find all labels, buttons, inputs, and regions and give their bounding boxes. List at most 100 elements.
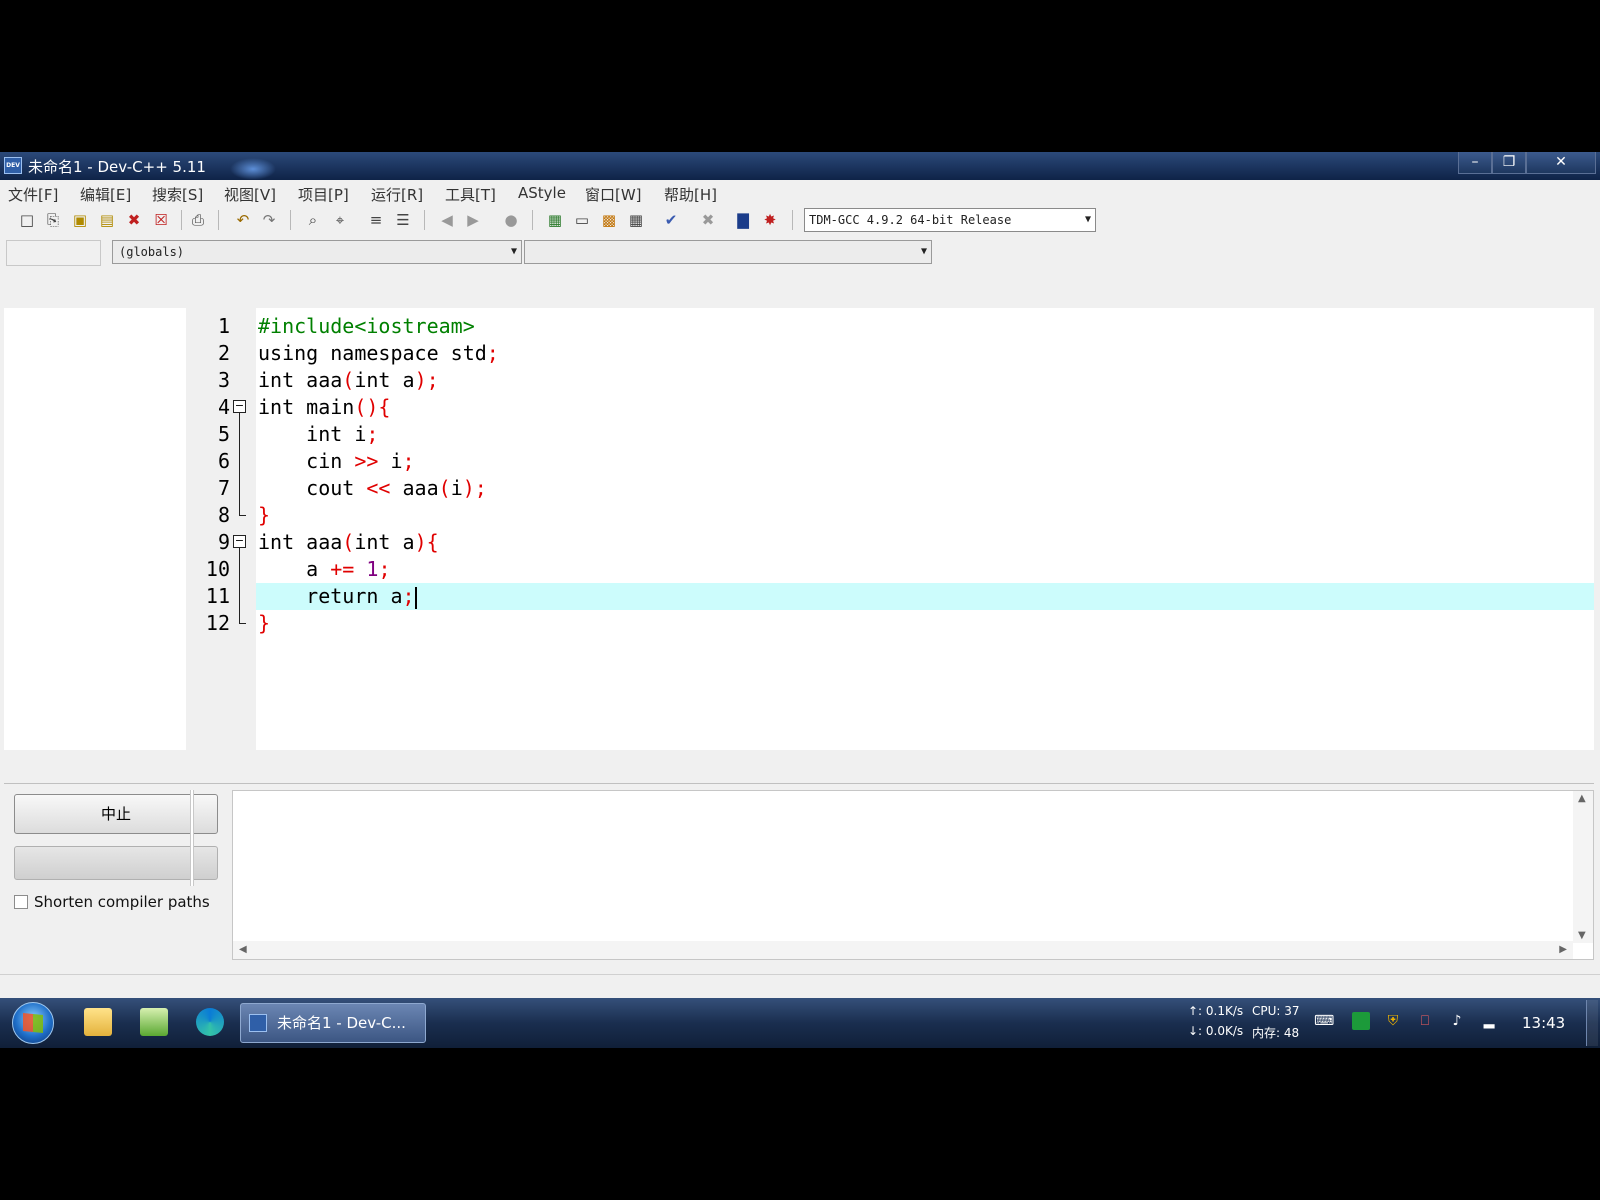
goto-line-icon[interactable]: ●: [500, 209, 522, 231]
scroll-left-icon[interactable]: ◀: [239, 944, 247, 955]
menu-file[interactable]: 文件[F]: [8, 184, 58, 205]
scroll-right-icon[interactable]: ▶: [1559, 944, 1567, 955]
code-line[interactable]: int i;: [256, 421, 1594, 448]
menu-run[interactable]: 运行[R]: [371, 184, 423, 205]
devcpp-app-icon: [249, 1014, 267, 1032]
security-app-icon[interactable]: [1352, 1012, 1370, 1030]
compiler-select[interactable]: TDM-GCC 4.9.2 64-bit Release ▼: [804, 208, 1096, 232]
find-icon[interactable]: ⌕: [302, 209, 324, 231]
code-line[interactable]: int aaa(int a){: [256, 529, 1594, 556]
code-line[interactable]: #include<iostream>: [256, 313, 1594, 340]
close-all-icon[interactable]: ☒: [150, 209, 172, 231]
restore-button[interactable]: ❐: [1492, 152, 1526, 174]
minimize-icon: –: [1471, 154, 1479, 170]
code-line[interactable]: return a;: [256, 583, 1594, 610]
code-token: (: [342, 368, 355, 392]
code-token: using namespace std: [258, 341, 487, 365]
menu-edit[interactable]: 编辑[E]: [80, 184, 131, 205]
system-clock[interactable]: 13:43: [1522, 1014, 1565, 1032]
indent-icon[interactable]: ≡: [365, 209, 387, 231]
menu-tools[interactable]: 工具[T]: [445, 184, 496, 205]
shield-icon[interactable]: ⛨: [1384, 1012, 1402, 1030]
horizontal-scrollbar[interactable]: ◀ ▶: [233, 941, 1573, 959]
delete-profile-icon[interactable]: ✸: [759, 209, 781, 231]
menu-view[interactable]: 视图[V]: [224, 184, 276, 205]
code-token: ;: [402, 584, 415, 608]
code-line[interactable]: cin >> i;: [256, 448, 1594, 475]
project-browser-panel[interactable]: [4, 308, 186, 750]
panel-splitter[interactable]: [190, 790, 194, 886]
shorten-paths-checkbox[interactable]: [14, 895, 28, 909]
print-icon[interactable]: ⎙: [187, 209, 209, 231]
menu-help[interactable]: 帮助[H]: [664, 184, 717, 205]
menu-astyle[interactable]: AStyle: [518, 184, 566, 202]
unindent-icon[interactable]: ☰: [392, 209, 414, 231]
stop-execution-icon[interactable]: ✖: [697, 209, 719, 231]
bookmark-next-icon[interactable]: ▶: [462, 209, 484, 231]
code-line[interactable]: using namespace std;: [256, 340, 1594, 367]
check-syntax-icon[interactable]: ✔: [660, 209, 682, 231]
code-line[interactable]: }: [256, 502, 1594, 529]
edge-browser-icon[interactable]: [196, 1008, 224, 1036]
compile-output[interactable]: ▲ ▼ ◀ ▶: [232, 790, 1594, 960]
line-number: 6: [217, 449, 230, 473]
code-line[interactable]: }: [256, 610, 1594, 637]
code-line[interactable]: int aaa(int a);: [256, 367, 1594, 394]
close-file-icon[interactable]: ✖: [123, 209, 145, 231]
menu-bar: 文件[F] 编辑[E] 搜索[S] 视图[V] 项目[P] 运行[R] 工具[T…: [0, 180, 1600, 204]
member-select[interactable]: ▼: [524, 240, 932, 264]
scope-select[interactable]: (globals) ▼: [112, 240, 522, 264]
title-bar[interactable]: DEV 未命名1 - Dev-C++ 5.11 – ❐ ✕: [0, 152, 1600, 180]
stop-button[interactable]: 中止: [14, 794, 218, 834]
code-token: (){: [354, 395, 391, 419]
status-bar: [0, 974, 1600, 1000]
undo-icon[interactable]: ↶: [232, 209, 254, 231]
redo-icon[interactable]: ↷: [258, 209, 280, 231]
bookmark-prev-icon[interactable]: ◀: [436, 209, 458, 231]
code-line[interactable]: cout << aaa(i);: [256, 475, 1594, 502]
taskbar-devcpp-button[interactable]: 未命名1 - Dev-C...: [240, 1003, 426, 1043]
minimize-button[interactable]: –: [1458, 152, 1492, 174]
compile-icon[interactable]: ▦: [544, 209, 566, 231]
line-number: 2: [217, 341, 230, 365]
code-token: ;: [486, 341, 499, 365]
menu-search[interactable]: 搜索[S]: [152, 184, 203, 205]
open-file-icon[interactable]: ⎘: [42, 209, 64, 231]
code-token: return a: [258, 584, 403, 608]
network-download-speed: ↓: 0.0K/s: [1188, 1024, 1244, 1038]
toolbar-separator: [290, 210, 291, 230]
code-line[interactable]: int main(){: [256, 394, 1594, 421]
save-icon[interactable]: ▣: [69, 209, 91, 231]
code-token: }: [258, 611, 271, 635]
scroll-up-icon[interactable]: ▲: [1578, 793, 1586, 804]
start-button[interactable]: [12, 1002, 54, 1044]
signal-icon[interactable]: ▂: [1480, 1012, 1498, 1030]
bottom-tab-strip: [4, 774, 1594, 784]
new-file-icon[interactable]: □: [16, 209, 38, 231]
run-icon[interactable]: ▭: [571, 209, 593, 231]
notepad-icon[interactable]: [140, 1008, 168, 1036]
vertical-scrollbar[interactable]: ▲ ▼: [1573, 791, 1593, 943]
menu-project[interactable]: 项目[P]: [298, 184, 349, 205]
fold-collapse-icon[interactable]: −: [233, 400, 246, 413]
volume-icon[interactable]: ♪: [1448, 1012, 1466, 1030]
close-button[interactable]: ✕: [1526, 152, 1596, 174]
show-desktop-button[interactable]: [1586, 1000, 1598, 1046]
rebuild-icon[interactable]: ▦: [625, 209, 647, 231]
profile-chart-icon[interactable]: ▇: [732, 209, 754, 231]
chevron-down-icon: ▼: [920, 246, 927, 257]
scope-select-value: (globals): [119, 245, 185, 259]
save-all-icon[interactable]: ▤: [96, 209, 118, 231]
replace-icon[interactable]: ⌖: [329, 209, 351, 231]
code-token: i: [378, 449, 403, 473]
network-disconnected-icon[interactable]: ⎕: [1416, 1012, 1434, 1030]
code-editor[interactable]: 1 2 3 4 5 6 7 8 9 10 11 12 − − #include<…: [186, 308, 1594, 750]
compile-run-icon[interactable]: ▩: [598, 209, 620, 231]
code-line[interactable]: a += 1;: [256, 556, 1594, 583]
code-area[interactable]: #include<iostream> using namespace std; in…: [256, 308, 1594, 750]
file-explorer-icon[interactable]: [84, 1008, 112, 1036]
keyboard-icon[interactable]: ⌨: [1314, 1012, 1334, 1030]
menu-window[interactable]: 窗口[W]: [585, 184, 642, 205]
fold-collapse-icon[interactable]: −: [233, 535, 246, 548]
scroll-down-icon[interactable]: ▼: [1578, 930, 1586, 941]
